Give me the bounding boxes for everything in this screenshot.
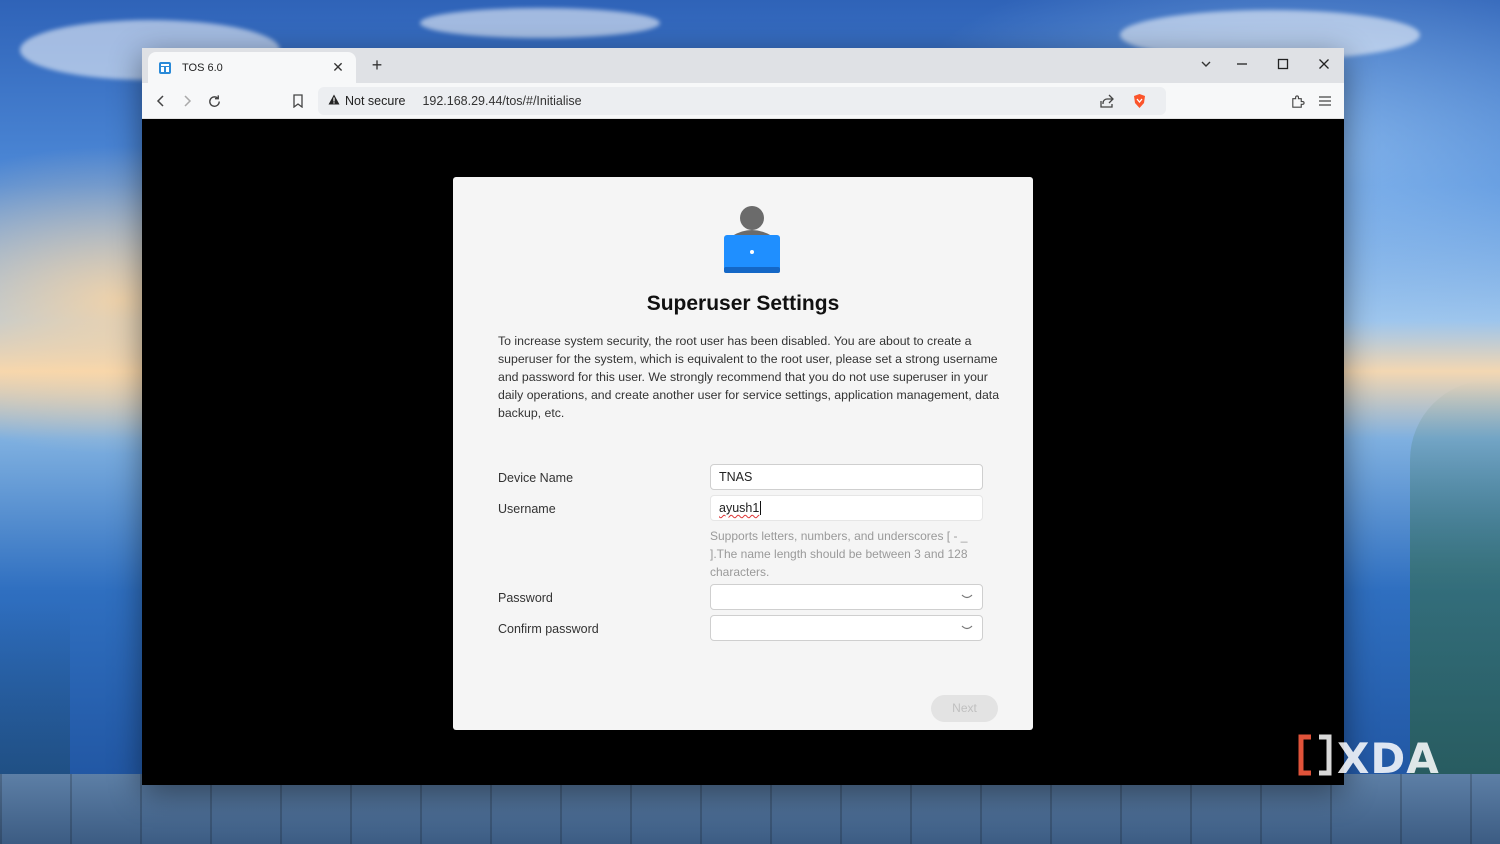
not-secure-label: Not secure: [345, 94, 406, 108]
security-indicator[interactable]: Not secure: [328, 94, 405, 108]
username-label: Username: [498, 502, 556, 516]
share-icon[interactable]: [1096, 90, 1118, 112]
text-caret: [760, 501, 762, 515]
menu-icon[interactable]: [1314, 90, 1336, 112]
hide-password-eye-icon[interactable]: [960, 590, 974, 604]
next-button[interactable]: Next: [931, 695, 998, 722]
xda-logo-icon: [1297, 733, 1333, 784]
address-bar[interactable]: Not secure 192.168.29.44/tos/#/Initialis…: [318, 87, 1166, 115]
back-button[interactable]: [150, 90, 172, 112]
password-input[interactable]: [710, 584, 983, 610]
page-content: Superuser Settings To increase system se…: [142, 120, 1344, 785]
password-label: Password: [498, 591, 553, 605]
dialog-description: To increase system security, the root us…: [498, 334, 1000, 420]
browser-window: TOS 6.0 ✕ + Not secure 192.168.29.44/tos…: [142, 48, 1344, 785]
close-window-button[interactable]: [1310, 54, 1338, 76]
brave-shield-icon[interactable]: [1128, 90, 1150, 112]
superuser-settings-dialog: Superuser Settings To increase system se…: [453, 177, 1033, 730]
browser-toolbar: Not secure 192.168.29.44/tos/#/Initialis…: [142, 83, 1344, 119]
superuser-avatar-icon: [723, 204, 781, 276]
tab-tos[interactable]: TOS 6.0 ✕: [148, 52, 356, 83]
wallpaper-cloud: [420, 8, 660, 38]
new-tab-button[interactable]: +: [366, 54, 388, 76]
tab-bar: TOS 6.0 ✕ +: [142, 48, 1344, 83]
url-text: 192.168.29.44/tos/#/Initialise: [422, 94, 582, 108]
confirm-password-label: Confirm password: [498, 622, 599, 636]
close-tab-icon[interactable]: ✕: [330, 59, 346, 76]
dialog-title: Superuser Settings: [646, 292, 840, 315]
device-name-input[interactable]: TNAS: [710, 464, 983, 490]
username-input[interactable]: ayush1: [710, 495, 983, 521]
warning-triangle-icon: [328, 94, 340, 108]
confirm-password-input[interactable]: [710, 615, 983, 641]
maximize-button[interactable]: [1269, 54, 1297, 76]
device-name-label: Device Name: [498, 471, 574, 485]
device-name-value: TNAS: [719, 470, 753, 484]
xda-watermark-text: XDA: [1337, 734, 1440, 783]
tab-title: TOS 6.0: [182, 61, 223, 74]
tos-favicon-icon: [158, 61, 172, 75]
bookmark-icon[interactable]: [287, 90, 309, 112]
forward-button[interactable]: [176, 90, 198, 112]
xda-watermark: XDA: [1297, 733, 1440, 784]
username-hint: Supports letters, numbers, and underscor…: [710, 529, 968, 579]
minimize-button[interactable]: [1228, 54, 1256, 76]
username-value: ayush1: [719, 501, 760, 515]
hide-confirm-password-eye-icon[interactable]: [960, 621, 974, 635]
extensions-icon[interactable]: [1286, 90, 1308, 112]
tab-search-chevron-icon[interactable]: [1192, 54, 1220, 76]
reload-button[interactable]: [203, 90, 225, 112]
